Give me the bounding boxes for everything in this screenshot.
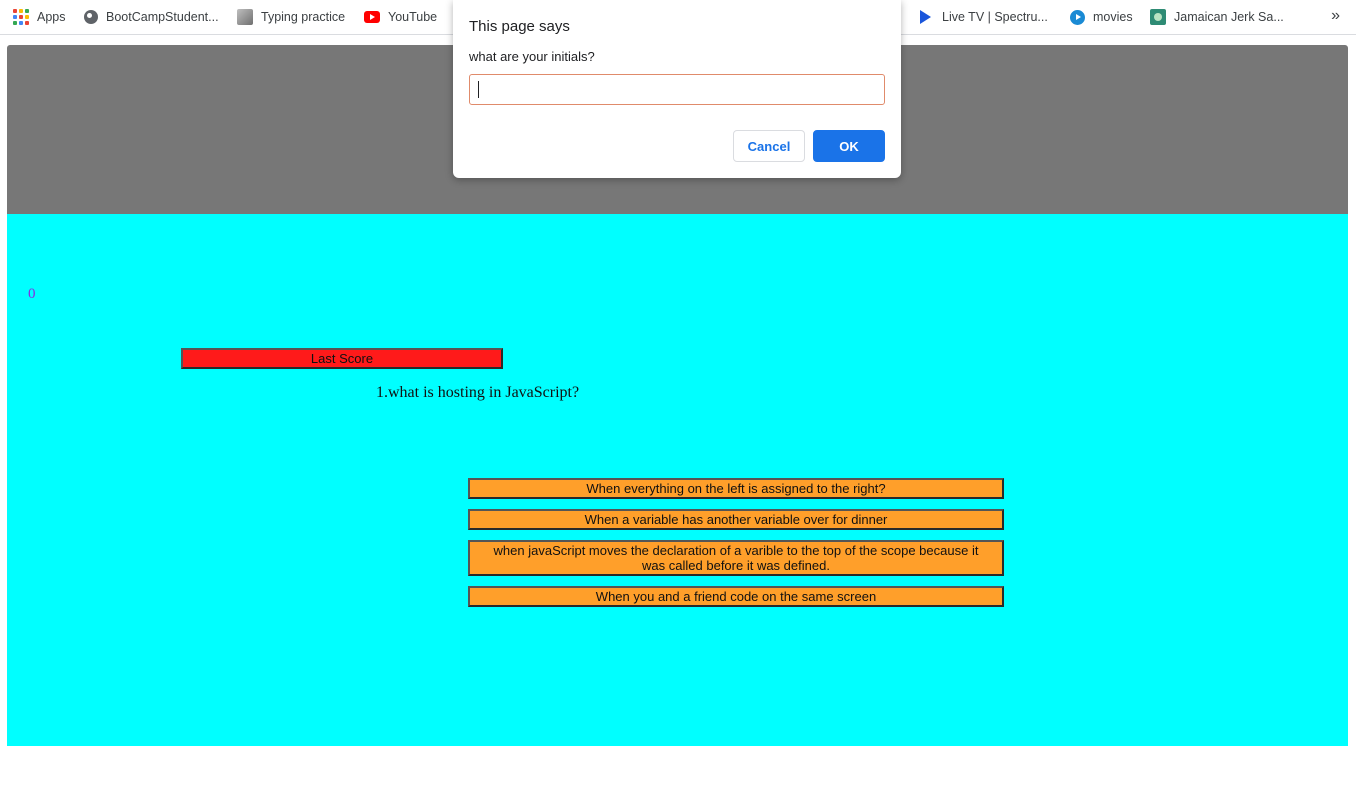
answer-button-1[interactable]: When everything on the left is assigned … [468, 478, 1004, 499]
bookmark-label: Jamaican Jerk Sa... [1174, 10, 1284, 24]
bookmark-label: Typing practice [261, 10, 346, 24]
typing-icon [237, 9, 253, 25]
bookmark-label: movies [1093, 10, 1133, 24]
bookmarks-overflow-button[interactable]: » [1331, 0, 1340, 34]
dialog-title: This page says [469, 18, 570, 35]
bookmark-label: YouTube [388, 10, 438, 24]
bookmark-live-tv[interactable]: Live TV | Spectru... [920, 0, 1048, 34]
bookmark-typing-practice[interactable]: Typing practice [237, 0, 345, 34]
jerk-icon [1150, 9, 1166, 25]
bookmark-movies[interactable]: movies [1070, 0, 1133, 34]
bookmark-bootcampstudent[interactable]: BootCampStudent... [84, 0, 219, 34]
last-score-button[interactable]: Last Score [181, 348, 503, 369]
cancel-button[interactable]: Cancel [733, 130, 805, 162]
apps-grid-icon [13, 9, 29, 25]
youtube-icon [364, 11, 380, 23]
bookmark-label: Apps [37, 10, 66, 24]
text-caret [478, 81, 479, 98]
ok-button[interactable]: OK [813, 130, 885, 162]
play-icon [920, 10, 931, 24]
dialog-message: what are your initials? [469, 49, 595, 64]
bookmark-youtube[interactable]: YouTube [364, 0, 437, 34]
bookmark-jamaican-jerk[interactable]: Jamaican Jerk Sa... [1150, 0, 1284, 34]
initials-input[interactable] [469, 74, 885, 105]
answer-button-4[interactable]: When you and a friend code on the same s… [468, 586, 1004, 607]
bookmark-label: BootCampStudent... [106, 10, 219, 24]
movies-icon [1070, 9, 1085, 25]
bookmark-apps[interactable]: Apps [13, 0, 66, 34]
globe-icon [84, 10, 98, 24]
bookmark-label: Live TV | Spectru... [942, 10, 1048, 24]
answer-button-3[interactable]: when javaScript moves the declaration of… [468, 540, 1004, 576]
answer-button-2[interactable]: When a variable has another variable ove… [468, 509, 1004, 530]
prompt-dialog: This page says what are your initials? C… [453, 0, 901, 178]
score-display: 0 [28, 286, 36, 302]
question-text: 1.what is hosting in JavaScript? [376, 384, 580, 401]
